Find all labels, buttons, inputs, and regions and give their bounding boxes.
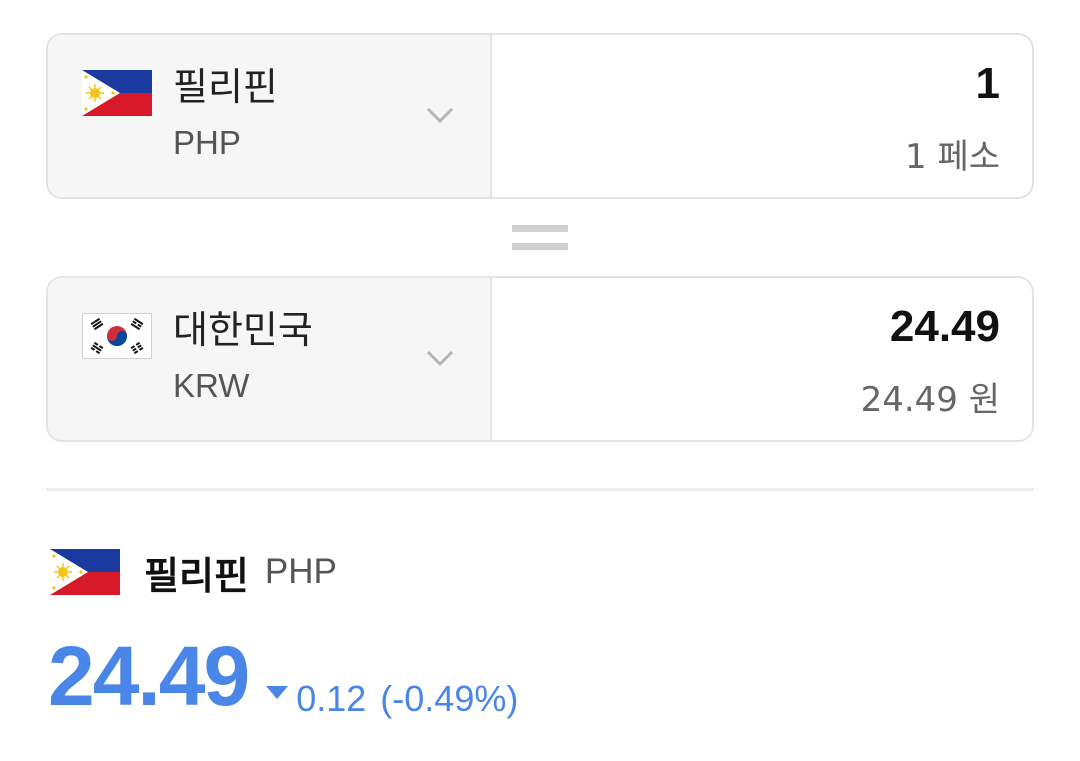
chevron-down-icon[interactable] (422, 340, 458, 376)
from-country-name: 필리핀 (173, 65, 278, 109)
rate-change-percent: (-0.49%) (380, 677, 519, 719)
rate-header: 필리핀 PHP (50, 548, 337, 598)
from-currency-select[interactable]: 필리핀 PHP (48, 35, 492, 197)
rate-row: 24.49 0.12 (-0.49%) (48, 628, 518, 725)
philippines-flag-icon (82, 70, 152, 116)
from-currency-code: PHP (173, 124, 241, 161)
to-currency-box: 대한민국 KRW 24.49 24.49 원 (46, 276, 1034, 442)
to-currency-code: KRW (173, 367, 250, 404)
equals-icon (512, 225, 568, 251)
down-arrow-icon (266, 686, 289, 699)
rate-change-amount: 0.12 (296, 677, 367, 719)
philippines-flag-icon (50, 549, 120, 595)
to-country-name: 대한민국 (173, 308, 313, 352)
chevron-down-icon[interactable] (422, 97, 458, 133)
exchange-rate-value: 24.49 (48, 629, 250, 723)
section-divider (46, 488, 1034, 491)
to-amount-value: 24.49 (889, 302, 1000, 351)
to-amount-input[interactable]: 24.49 24.49 원 (492, 278, 1032, 440)
south-korea-flag-icon (82, 313, 152, 359)
to-amount-text: 24.49 원 (860, 380, 1000, 420)
rate-currency-code: PHP (264, 552, 337, 591)
from-amount-text: 1 페소 (905, 137, 1000, 177)
to-currency-select[interactable]: 대한민국 KRW (48, 278, 492, 440)
from-amount-input[interactable]: 1 1 페소 (492, 35, 1032, 197)
rate-change: 0.12 (-0.49%) (266, 678, 518, 720)
rate-country-name: 필리핀 (144, 553, 249, 598)
from-amount-value: 1 (975, 59, 1000, 108)
from-currency-box: 필리핀 PHP 1 1 페소 (46, 33, 1034, 199)
